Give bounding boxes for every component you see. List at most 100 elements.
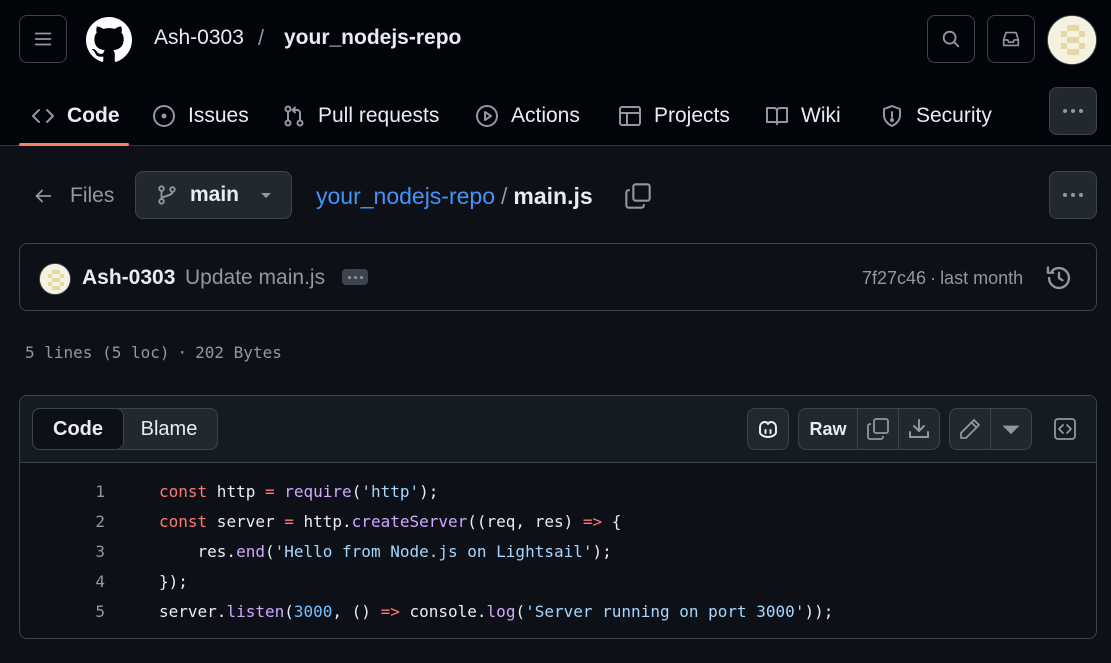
tab-wiki[interactable]: Wiki — [765, 86, 841, 146]
tab-issues-label: Issues — [188, 104, 249, 127]
path-file-name: main.js — [513, 183, 593, 209]
latest-commit-box: Ash-0303 Update main.js 7f27c46 · last m… — [19, 243, 1097, 311]
code-token: ); — [419, 481, 439, 501]
line-number[interactable]: 3 — [20, 542, 105, 561]
hamburger-menu-button[interactable] — [19, 15, 67, 63]
code-line: 2 const server = http.createServer((req, … — [20, 506, 1096, 536]
branch-selector-button[interactable]: main — [135, 171, 292, 219]
line-number[interactable]: 1 — [20, 482, 105, 501]
code-line: 3 res.end('Hello from Node.js on Lightsa… — [20, 536, 1096, 566]
raw-button[interactable]: Raw — [798, 408, 858, 450]
tab-pull-requests[interactable]: Pull requests — [282, 86, 439, 146]
code-token: console. — [399, 601, 487, 621]
path-repo-link[interactable]: your_nodejs-repo — [316, 183, 495, 210]
active-tab-indicator — [19, 143, 129, 146]
file-info-dot: · — [177, 343, 188, 362]
code-view-button[interactable]: Code — [32, 408, 124, 450]
edit-file-button[interactable] — [949, 408, 991, 450]
line-number[interactable]: 4 — [20, 572, 105, 591]
tab-projects-label: Projects — [654, 104, 730, 127]
line-code: }); — [159, 572, 188, 591]
code-token: createServer — [351, 511, 468, 531]
tab-code-label: Code — [67, 104, 120, 127]
code-token: = — [264, 481, 275, 501]
download-icon — [909, 419, 929, 438]
tab-projects[interactable]: Projects — [618, 86, 730, 146]
copilot-icon — [759, 421, 777, 438]
breadcrumb-repo-link[interactable]: your_nodejs-repo — [284, 26, 461, 50]
code-token: res. — [159, 541, 237, 561]
inbox-button[interactable] — [987, 15, 1035, 63]
download-button[interactable] — [898, 408, 940, 450]
commit-author-avatar[interactable] — [39, 263, 71, 295]
commit-author-link[interactable]: Ash-0303 — [82, 266, 175, 290]
code-token: http. — [293, 511, 352, 531]
file-size: 202 Bytes — [195, 343, 282, 362]
repo-nav-more-button[interactable] — [1049, 87, 1097, 135]
triangle-down-icon — [261, 193, 272, 198]
commit-message-link[interactable]: Update main.js — [185, 266, 325, 290]
line-code: const http = require('http'); — [159, 482, 438, 501]
code-token: ( — [515, 601, 526, 621]
code-token: end — [236, 541, 265, 561]
line-code: const server = http.createServer((req, r… — [159, 512, 621, 531]
commit-sha-link[interactable]: 7f27c46 — [862, 268, 926, 289]
code-line: 4}); — [20, 566, 1096, 596]
symbols-panel-button[interactable] — [1044, 408, 1086, 450]
line-number[interactable]: 2 — [20, 512, 105, 531]
code-token: server. — [159, 601, 227, 621]
commit-time: last month — [940, 268, 1024, 288]
git-branch-icon — [158, 185, 176, 205]
code-token: ( — [284, 601, 294, 621]
branch-name: main — [190, 183, 240, 206]
tab-security[interactable]: Security — [880, 86, 992, 146]
shield-icon — [883, 105, 901, 127]
code-token: = — [284, 511, 294, 531]
arrow-left-icon — [35, 189, 52, 203]
code-token: 'http' — [361, 481, 420, 501]
code-line: 1 const http = require('http'); — [20, 476, 1096, 506]
copy-path-icon[interactable] — [624, 182, 652, 210]
file-path-breadcrumb: your_nodejs-repo / main.js — [316, 183, 593, 210]
breadcrumb-owner-link[interactable]: Ash-0303 — [154, 26, 244, 50]
code-token: server — [207, 511, 285, 531]
breadcrumb-separator: / — [258, 25, 265, 50]
code-token: ); — [592, 541, 612, 561]
search-button[interactable] — [927, 15, 975, 63]
blame-view-button[interactable]: Blame — [123, 409, 215, 449]
history-icon[interactable] — [1045, 264, 1073, 292]
hamburger-icon — [34, 32, 52, 46]
code-token: 'Server running on port 3000' — [525, 601, 805, 621]
file-info: 5 lines (5 loc) · 202 Bytes — [25, 343, 282, 362]
table-icon — [619, 106, 641, 126]
commit-expand-button[interactable] — [342, 269, 368, 285]
copilot-button[interactable] — [747, 408, 789, 450]
edit-options-dropdown[interactable] — [990, 408, 1032, 450]
github-logo-icon[interactable] — [86, 17, 132, 63]
tab-issues[interactable]: Issues — [152, 86, 249, 146]
code-token: }); — [159, 571, 188, 591]
view-mode-toggle: Code Blame — [32, 408, 218, 450]
path-separator: / — [501, 183, 508, 209]
code-token: ( — [264, 541, 275, 561]
files-back-link[interactable]: Files — [32, 184, 114, 208]
file-more-options-button[interactable] — [1049, 171, 1097, 219]
tab-security-label: Security — [916, 104, 992, 127]
repo-nav-tabs: Code Issues Pull requests Actions Projec… — [0, 86, 1111, 146]
file-line-count: 5 lines (5 loc) — [25, 343, 170, 362]
user-avatar[interactable] — [1047, 15, 1097, 65]
raw-label: Raw — [809, 418, 847, 439]
code-token: , () — [332, 601, 381, 621]
pencil-icon — [960, 419, 980, 439]
tab-actions[interactable]: Actions — [475, 86, 580, 146]
code-token: 'Hello from Node.js on Lightsail' — [274, 541, 593, 561]
code-token: log — [486, 601, 516, 621]
tab-code[interactable]: Code — [31, 86, 120, 146]
code-icon — [32, 109, 54, 123]
code-token: const — [159, 481, 208, 501]
code-token: ((req, res) — [467, 511, 583, 531]
line-number[interactable]: 5 — [20, 602, 105, 621]
copy-raw-button[interactable] — [857, 408, 899, 450]
code-token: listen — [226, 601, 285, 621]
